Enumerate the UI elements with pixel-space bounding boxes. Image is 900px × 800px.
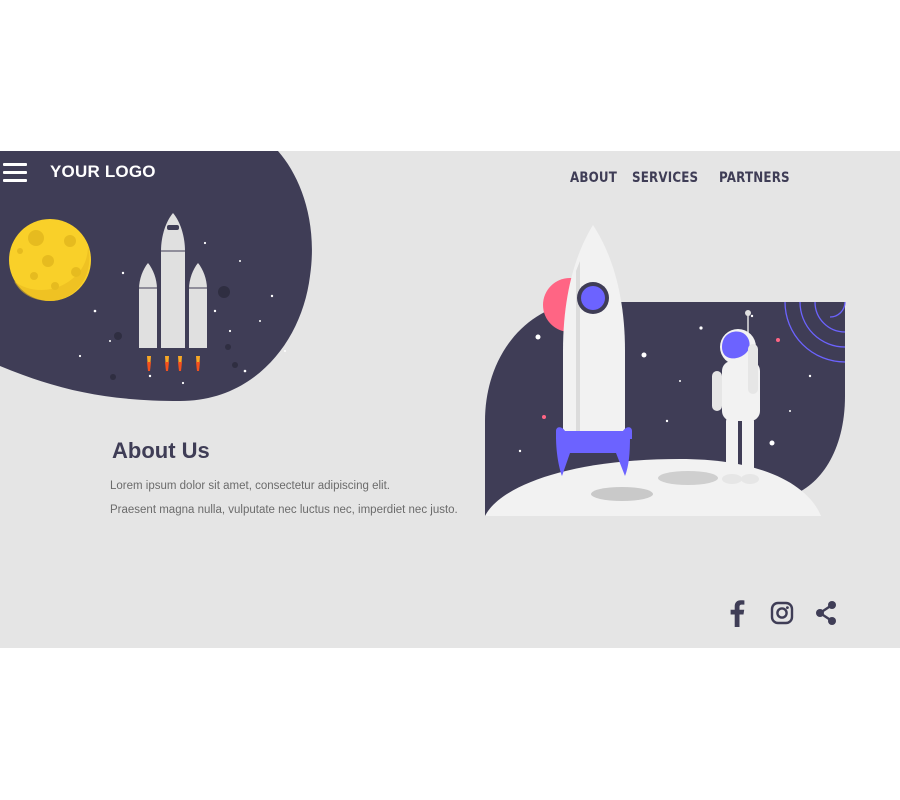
facebook-icon[interactable]: [729, 599, 745, 627]
menu-bar: [3, 179, 27, 182]
hero-blob-illustration: [0, 151, 312, 401]
main-nav: ABOUT SERVICES PARTNERS: [570, 170, 803, 186]
nav-item-services[interactable]: SERVICES: [632, 170, 698, 186]
section-title: About Us: [112, 438, 210, 463]
nav-item-partners[interactable]: PARTNERS: [719, 170, 790, 186]
astronaut-rocket-illustration: [485, 225, 846, 516]
menu-icon[interactable]: [3, 163, 27, 183]
instagram-icon[interactable]: [770, 599, 794, 627]
menu-bar: [3, 163, 27, 166]
logo[interactable]: YOUR LOGO: [50, 162, 156, 182]
moon-graphic: [9, 219, 91, 301]
body-paragraph: Lorem ipsum dolor sit amet, consectetur …: [110, 480, 390, 492]
landing-page: YOUR LOGO ABOUT SERVICES PARTNERS About …: [0, 151, 900, 648]
body-paragraph: Praesent magna nulla, vulputate nec luct…: [110, 504, 458, 516]
menu-bar: [3, 171, 27, 174]
share-icon[interactable]: [814, 599, 838, 627]
nav-item-about[interactable]: ABOUT: [570, 170, 617, 186]
